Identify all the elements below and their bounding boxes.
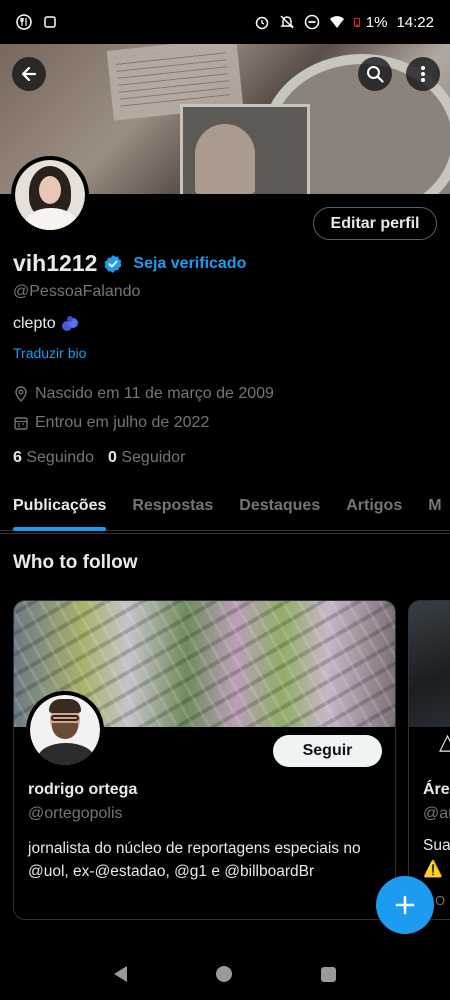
profile-avatar[interactable]: [11, 156, 89, 234]
verified-badge-icon[interactable]: [103, 254, 123, 274]
avatar-shirt: [25, 208, 77, 230]
profile-handle: @PessoaFalando: [13, 283, 141, 300]
more-vertical-icon: [421, 66, 425, 82]
blueberries-emoji-icon: [61, 316, 78, 331]
back-button[interactable]: [12, 57, 46, 91]
edit-profile-button[interactable]: Editar perfil: [313, 207, 437, 240]
get-verified-link[interactable]: Seja verificado: [133, 255, 246, 273]
who-to-follow-title: Who to follow: [13, 552, 138, 573]
status-bar: 1% 14:22: [0, 0, 450, 44]
tab-destaques[interactable]: Destaques: [226, 487, 333, 531]
avatar-face: [39, 176, 61, 204]
joined-text: Entrou em julho de 2022: [35, 414, 210, 431]
restaurant-notification-icon: [16, 14, 32, 30]
nav-home-icon[interactable]: [215, 966, 232, 982]
following-stat[interactable]: 6 Seguindo: [13, 449, 94, 467]
birthday-text: Nascido em 11 de março de 2009: [35, 385, 274, 402]
followers-count: 0: [107, 449, 117, 466]
nav-back-icon[interactable]: [114, 966, 128, 982]
follow-button[interactable]: Seguir: [273, 735, 382, 767]
card-avatar-hair: [49, 699, 81, 713]
back-arrow-icon: [21, 66, 37, 82]
card2-name[interactable]: Áre: [423, 781, 450, 799]
calendar-icon: [14, 417, 28, 430]
birthday-row: Nascido em 11 de março de 2009: [13, 385, 274, 403]
card2-logo-icon: △: [439, 729, 450, 755]
profile-tabs: Publicações Respostas Destaques Artigos …: [0, 487, 450, 531]
clock: 14:22: [396, 13, 434, 31]
compose-button[interactable]: [376, 876, 434, 934]
bio-text: clepto: [13, 315, 56, 332]
card-handle: @ortegopolis: [28, 805, 123, 822]
follow-suggestion-card[interactable]: Seguir rodrigo ortega @ortegopolis jorna…: [13, 600, 396, 920]
search-icon: [367, 66, 384, 83]
card2-bio: Sua: [423, 837, 450, 854]
profile-name-row: vih1212 Seja verificado: [13, 250, 246, 277]
tab-publicacoes[interactable]: Publicações: [0, 487, 119, 531]
card-avatar-glasses: [51, 715, 79, 721]
notifications-off-icon: [280, 15, 294, 29]
tab-respostas[interactable]: Respostas: [119, 487, 226, 531]
more-options-button[interactable]: [406, 57, 440, 91]
translate-bio-link[interactable]: Traduzir bio: [13, 345, 86, 361]
alarm-icon: [255, 16, 269, 30]
tab-artigos[interactable]: Artigos: [333, 487, 415, 531]
card-name[interactable]: rodrigo ortega: [28, 781, 137, 799]
followers-label: Seguidor: [121, 449, 186, 466]
follow-stats: 6 Seguindo 0 Seguidor: [13, 449, 185, 467]
following-count: 6: [13, 449, 22, 466]
section-divider: [0, 533, 450, 534]
battery-percent: 1%: [365, 13, 388, 31]
card2-footer: O: [435, 893, 446, 908]
profile-bio: clepto: [13, 315, 80, 333]
location-icon: [15, 386, 27, 402]
card2-handle: @ar: [423, 805, 450, 822]
battery-low-icon: [353, 17, 360, 27]
battery-indicator: 1%: [353, 13, 388, 31]
square-notification-icon: [44, 16, 56, 28]
tab-midia[interactable]: M: [415, 487, 450, 531]
following-label: Seguindo: [26, 449, 94, 466]
card2-banner: [409, 601, 450, 727]
system-nav-bar: [0, 948, 450, 1000]
compose-plus-icon: [395, 895, 415, 915]
nav-recents-icon[interactable]: [320, 966, 336, 982]
search-button[interactable]: [358, 57, 392, 91]
followers-stat[interactable]: 0 Seguidor: [108, 449, 185, 467]
do-not-disturb-icon: [304, 14, 320, 30]
card-avatar-body: [38, 743, 94, 765]
joined-row: Entrou em julho de 2022: [13, 414, 209, 432]
wifi-icon: [329, 16, 344, 28]
card-bio: jornalista do núcleo de reportagens espe…: [28, 840, 361, 880]
card-avatar[interactable]: [26, 691, 104, 769]
follow-suggestion-card-2[interactable]: △ Áre @ar Sua ⚠️ O: [408, 600, 450, 920]
display-name: vih1212: [13, 250, 98, 276]
warning-icon: ⚠️: [423, 861, 443, 878]
